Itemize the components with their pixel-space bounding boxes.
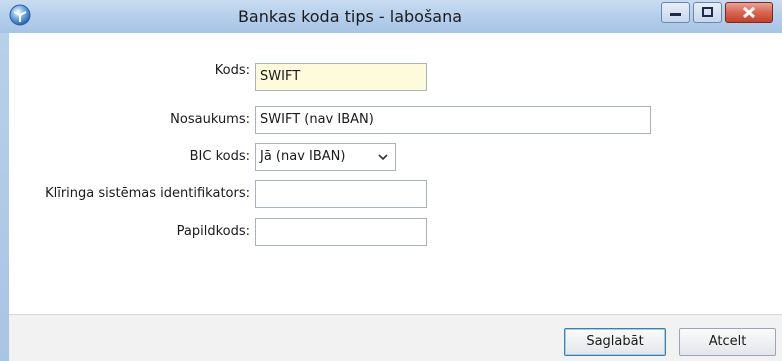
kods-field[interactable]: SWIFT xyxy=(255,63,427,91)
bic-kods-value: Jā (nav IBAN) xyxy=(260,149,346,164)
papildkods-field[interactable] xyxy=(255,218,427,246)
dialog-window: Bankas koda tips - labošana Kods: SWIFT … xyxy=(0,0,782,361)
minimize-icon xyxy=(670,13,681,16)
maximize-icon xyxy=(702,7,713,17)
cancel-button[interactable]: Atcelt xyxy=(679,328,776,356)
kliringa-label: Klīringa sistēmas identifikators: xyxy=(45,186,250,201)
minimize-button[interactable] xyxy=(661,2,690,23)
nosaukums-label: Nosaukums: xyxy=(170,112,250,127)
close-icon xyxy=(742,6,756,19)
close-button[interactable] xyxy=(725,2,773,23)
kliringa-field[interactable] xyxy=(255,180,427,208)
maximize-button[interactable] xyxy=(693,2,722,23)
app-icon xyxy=(9,4,31,26)
save-button[interactable]: Saglabāt xyxy=(564,328,666,356)
chevron-down-icon xyxy=(378,154,388,161)
nosaukums-field[interactable]: SWIFT (nav IBAN) xyxy=(255,106,651,134)
papildkods-label: Papildkods: xyxy=(176,224,250,239)
title-bar[interactable]: Bankas koda tips - labošana xyxy=(0,0,782,33)
bic-kods-label: BIC kods: xyxy=(189,149,250,164)
kods-label: Kods: xyxy=(214,63,250,78)
bic-kods-select[interactable]: Jā (nav IBAN) xyxy=(255,143,396,171)
footer-area xyxy=(9,315,782,361)
window-title: Bankas koda tips - labošana xyxy=(237,7,463,26)
